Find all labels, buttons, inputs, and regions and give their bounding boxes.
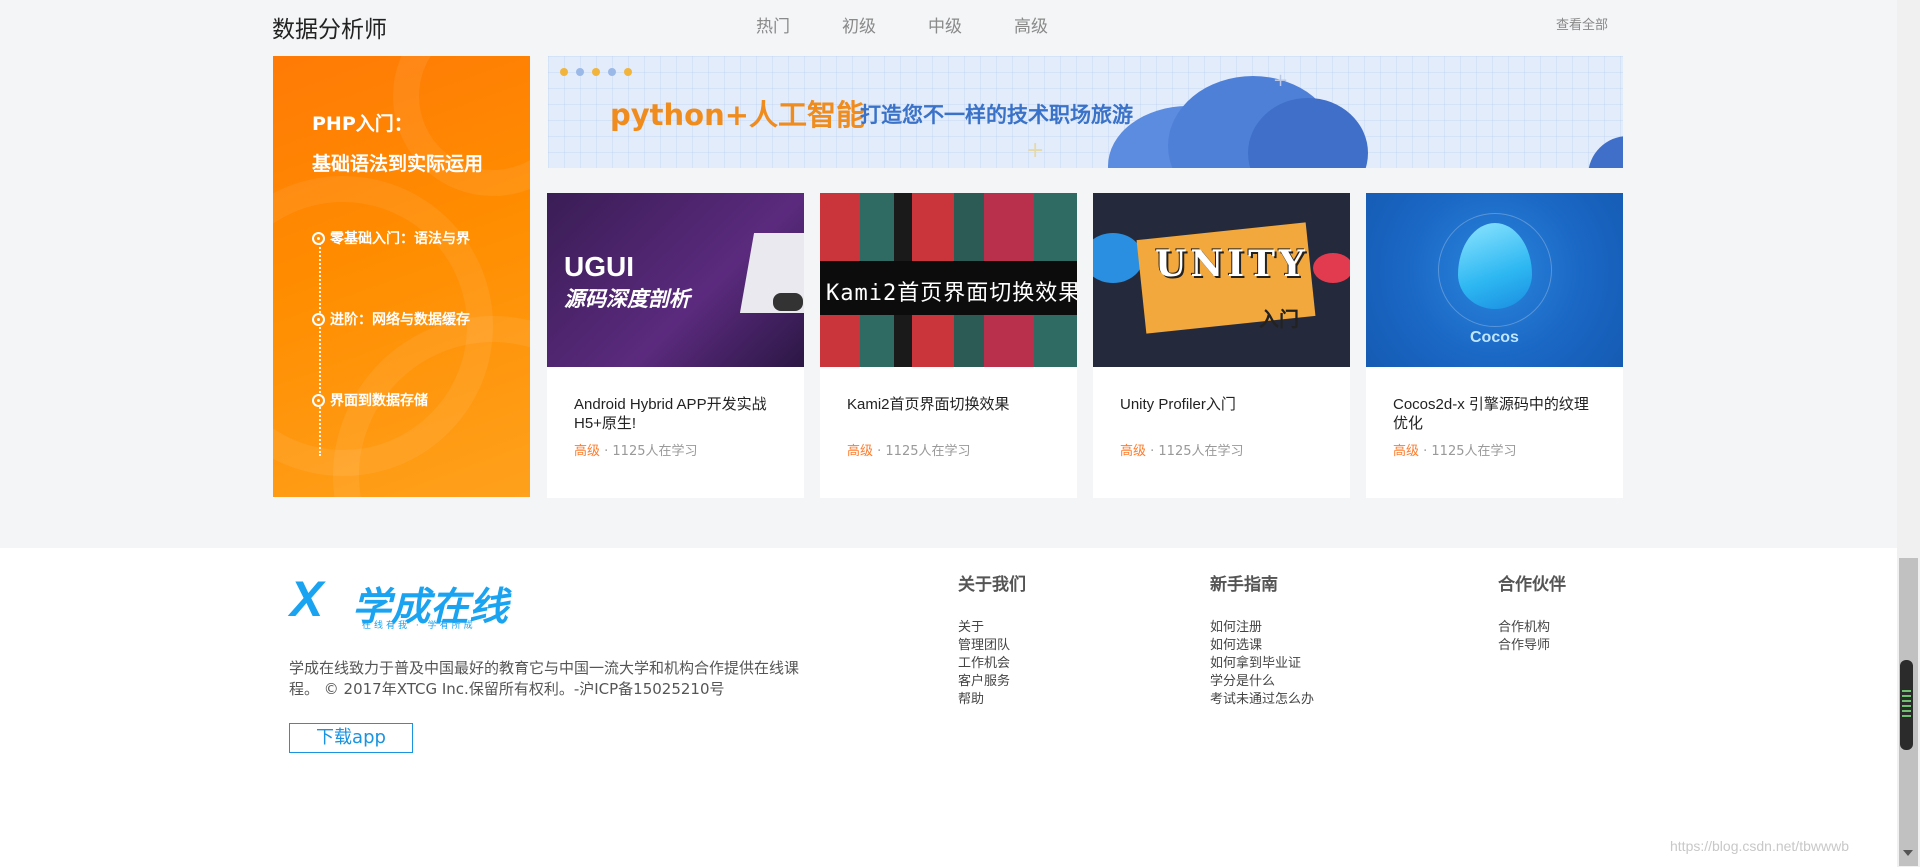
plus-icon: + — [1273, 70, 1289, 91]
tab-advanced[interactable]: 高级 — [1014, 12, 1048, 37]
course-card[interactable]: Kami2首页界面切换效果 Kami2首页界面切换效果 高级 · 1125人在学… — [820, 193, 1077, 498]
course-learners: · 1125人在学习 — [600, 444, 698, 459]
column-title: 关于我们 — [958, 575, 1026, 595]
course-meta: 高级 · 1125人在学习 — [820, 440, 1077, 459]
course-card[interactable]: UNITY 入门 Unity Profiler入门 高级 · 1125人在学习 — [1093, 193, 1350, 498]
section-tabs: 热门 初级 中级 高级 — [756, 12, 1048, 37]
course-name: Kami2首页界面切换效果 — [847, 396, 1010, 413]
footer-column-about: 关于我们 关于 管理团队 工作机会 客户服务 帮助 — [958, 570, 1026, 709]
circle-dot-icon — [312, 393, 325, 407]
footer-column-partners: 合作伙伴 合作机构 合作导师 — [1498, 570, 1566, 655]
footer-column-guide: 新手指南 如何注册 如何选课 如何拿到毕业证 学分是什么 考试未通过怎么办 — [1210, 570, 1314, 709]
thumb-text: 源码深度剖析 — [564, 287, 690, 311]
promo-card[interactable]: PHP入门： 基础语法到实际运用 零基础入门：语法与界 进阶：网络与数据缓存 界… — [273, 56, 530, 497]
course-meta: 高级 · 1125人在学习 — [1093, 440, 1350, 459]
course-learners: · 1125人在学习 — [873, 444, 971, 459]
course-section: 数据分析师 热门 初级 中级 高级 查看全部 PHP入门： 基础语法到实际运用 … — [0, 0, 1920, 548]
course-card[interactable]: UGUI 源码深度剖析 Android Hybrid APP开发实战 H5+原生… — [547, 193, 804, 498]
course-level: 高级 — [847, 444, 874, 459]
footer-link[interactable]: 学分是什么 — [1210, 673, 1314, 691]
scroll-down-icon[interactable] — [1903, 850, 1913, 856]
promo-title-line2: 基础语法到实际运用 — [312, 153, 484, 175]
thumb-text: Cocos — [1470, 329, 1519, 346]
thumb-text: UGUI — [564, 251, 634, 282]
course-name: Cocos2d-x 引擎源码中的纹理优化 — [1393, 396, 1589, 432]
logo-tagline: 在线有我 · 学有所成 — [362, 621, 476, 631]
footer-link[interactable]: 关于 — [958, 619, 1026, 637]
course-learners: · 1125人在学习 — [1146, 444, 1244, 459]
python-ai-banner[interactable]: python+人工智能 打造您不一样的技术职场旅游 + + — [548, 56, 1623, 168]
course-meta: 高级 · 1125人在学习 — [547, 440, 804, 459]
cloud-shape — [1588, 136, 1623, 168]
footer-link[interactable]: 考试未通过怎么办 — [1210, 691, 1314, 709]
footer-link[interactable]: 管理团队 — [958, 637, 1026, 655]
promo-item: 进阶：网络与数据缓存 — [312, 309, 470, 329]
footer-link[interactable]: 客户服务 — [958, 673, 1026, 691]
course-level: 高级 — [1120, 444, 1147, 459]
thumb-text: Kami2首页界面切换效果 — [826, 281, 1077, 306]
vertical-scrollbar[interactable] — [1897, 0, 1920, 867]
course-level: 高级 — [574, 444, 601, 459]
course-thumbnail: UNITY 入门 — [1093, 193, 1350, 367]
plus-icon: + — [1026, 138, 1045, 163]
promo-title: PHP入门： 基础语法到实际运用 — [312, 104, 483, 184]
course-name: Android Hybrid APP开发实战 H5+原生! — [574, 396, 767, 432]
course-level: 高级 — [1393, 444, 1420, 459]
course-thumbnail: UGUI 源码深度剖析 — [547, 193, 804, 367]
tab-hot[interactable]: 热门 — [756, 12, 790, 37]
gamepad-icon — [773, 293, 803, 311]
thumb-subtext: 入门 — [1259, 307, 1299, 331]
footer-link[interactable]: 合作导师 — [1498, 637, 1566, 655]
course-thumbnail: Cocos — [1366, 193, 1623, 367]
course-name: Unity Profiler入门 — [1120, 396, 1236, 413]
decor-dots — [560, 68, 632, 76]
tab-beginner[interactable]: 初级 — [842, 12, 876, 37]
circle-dot-icon — [312, 231, 325, 245]
column-title: 合作伙伴 — [1498, 575, 1566, 595]
site-footer: X 学成在线 在线有我 · 学有所成 学成在线致力于普及中国最好的教育它与中国一… — [0, 548, 1920, 867]
download-app-button[interactable]: 下载app — [289, 723, 413, 753]
promo-item: 界面到数据存储 — [312, 390, 428, 410]
banner-subtitle: 打造您不一样的技术职场旅游 — [860, 103, 1133, 127]
column-title: 新手指南 — [1210, 575, 1278, 595]
section-header: 数据分析师 热门 初级 中级 高级 查看全部 — [272, 8, 1622, 44]
thumb-text: UNITY — [1155, 243, 1309, 285]
promo-item-label: 界面到数据存储 — [330, 393, 428, 409]
footer-link[interactable]: 帮助 — [958, 691, 1026, 709]
footer-link[interactable]: 工作机会 — [958, 655, 1026, 673]
logo-mark: X — [290, 571, 324, 627]
circle-dot-icon — [312, 312, 325, 326]
banner-headline: python+人工智能 — [610, 98, 866, 132]
course-card[interactable]: Cocos Cocos2d-x 引擎源码中的纹理优化 高级 · 1125人在学习 — [1366, 193, 1623, 498]
view-all-link[interactable]: 查看全部 — [1556, 14, 1622, 33]
footer-link[interactable]: 如何选课 — [1210, 637, 1314, 655]
footer-description: 学成在线致力于普及中国最好的教育它与中国一流大学和机构合作提供在线课程。 © 2… — [289, 659, 800, 698]
promo-item: 零基础入门：语法与界 — [312, 228, 470, 248]
footer-link[interactable]: 如何拿到毕业证 — [1210, 655, 1314, 673]
course-thumbnail: Kami2首页界面切换效果 — [820, 193, 1077, 367]
course-learners: · 1125人在学习 — [1419, 444, 1517, 459]
course-card-list: UGUI 源码深度剖析 Android Hybrid APP开发实战 H5+原生… — [547, 193, 1623, 498]
course-meta: 高级 · 1125人在学习 — [1366, 440, 1623, 459]
promo-item-label: 零基础入门：语法与界 — [330, 231, 470, 247]
footer-link[interactable]: 如何注册 — [1210, 619, 1314, 637]
scroll-grip-icon — [1900, 660, 1913, 750]
section-title: 数据分析师 — [272, 17, 387, 43]
promo-item-label: 进阶：网络与数据缓存 — [330, 312, 470, 328]
promo-title-line1: PHP入门： — [312, 113, 413, 135]
promo-timeline — [319, 236, 321, 456]
tab-intermediate[interactable]: 中级 — [928, 12, 962, 37]
watermark: https://blog.csdn.net/tbwwwb — [1670, 838, 1849, 854]
footer-link[interactable]: 合作机构 — [1498, 619, 1566, 637]
